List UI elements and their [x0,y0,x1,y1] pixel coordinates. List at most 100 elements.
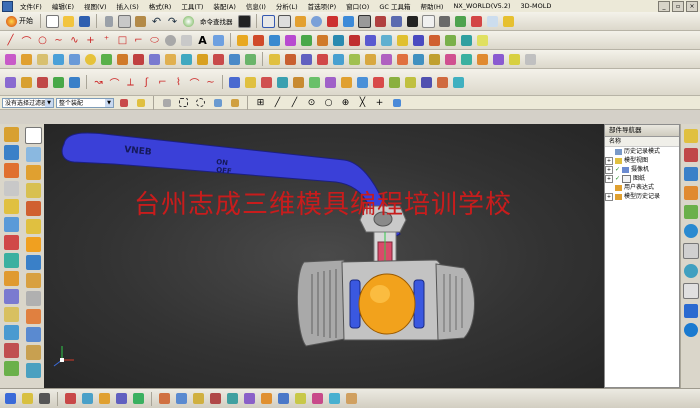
tool-e-icon[interactable] [25,273,41,288]
isoparametric-icon[interactable] [395,33,410,48]
process-studio-icon[interactable] [3,217,19,232]
chamfer-icon[interactable] [283,52,298,67]
weld-icon[interactable] [3,307,19,322]
command-finder-icon[interactable] [181,14,196,29]
redo-icon[interactable]: ↷ [165,14,180,29]
unsuppress-icon[interactable] [307,75,322,90]
expand-toggle[interactable]: + [605,165,613,174]
groove-icon[interactable] [179,52,194,67]
part-tool-icon[interactable] [3,145,19,160]
cut-icon[interactable] [101,14,116,29]
fillet-curve-icon[interactable] [347,33,362,48]
analysis-e-icon[interactable] [131,391,146,406]
mold-wizard-icon[interactable] [3,253,19,268]
edit-param-icon[interactable] [323,75,338,90]
box-tool-icon[interactable] [25,183,41,198]
nav-item-model-views[interactable]: + 模型视图 [605,156,679,165]
edit-curve-params-icon[interactable]: ʃ [139,75,154,90]
menu-format[interactable]: 格式(R) [144,1,177,11]
surface-j-icon[interactable] [310,391,325,406]
electrode-icon[interactable] [3,271,19,286]
rib-icon[interactable] [195,52,210,67]
menu-analysis[interactable]: 分析(L) [271,1,303,11]
edges-icon[interactable] [389,14,404,29]
join-curve-icon[interactable] [379,33,394,48]
intersect-curve-icon[interactable] [251,33,266,48]
selection-scope-dropdown[interactable]: 整个装配 ▼ [56,97,114,108]
curve-offset-icon[interactable] [211,33,226,48]
show-icon[interactable] [453,14,468,29]
law-curve-icon[interactable] [179,33,194,48]
web-browser-tab-icon[interactable] [684,224,698,238]
boss-icon[interactable] [115,52,130,67]
visualization-tab-icon[interactable] [683,283,699,299]
feature-group-icon[interactable] [403,75,418,90]
unite-icon[interactable] [211,52,226,67]
trim-curve-icon[interactable] [299,33,314,48]
point-icon[interactable]: + [83,33,98,48]
wave-link-icon[interactable] [435,75,450,90]
tool-d-icon[interactable] [25,255,41,270]
menu-tools[interactable]: 工具(T) [176,1,208,11]
tool-f-icon[interactable] [25,291,41,306]
parts-list-icon[interactable] [419,75,434,90]
graphics-viewport[interactable]: VNEB ON OFF [44,124,604,388]
point-set-icon[interactable]: ⁺ [99,33,114,48]
minimize-button[interactable]: _ [658,1,670,12]
nav-item-drawings[interactable]: + ✓ 图纸 [605,174,679,183]
block-icon[interactable] [35,52,50,67]
transform-icon[interactable] [259,75,274,90]
divide-curve-icon[interactable]: ⌇ [171,75,186,90]
general-selection-icon[interactable] [116,95,131,110]
face-rule-icon[interactable] [227,95,242,110]
background-icon[interactable] [405,14,420,29]
roles-tab-icon[interactable] [684,304,698,318]
menu-view[interactable]: 视图(V) [79,1,112,11]
move-object-icon[interactable] [243,75,258,90]
type-filter-icon[interactable] [133,95,148,110]
snap-existing-point-icon[interactable]: + [372,95,387,110]
die-design-icon[interactable] [3,289,19,304]
split-body-icon[interactable] [347,52,362,67]
replay-icon[interactable] [355,75,370,90]
undo-icon[interactable]: ↶ [149,14,164,29]
expand-toggle[interactable]: + [605,192,613,201]
snap-quadrant-icon[interactable]: ⊕ [338,95,353,110]
layer-icon[interactable] [421,14,436,29]
arc-icon[interactable]: ⌒ [19,33,34,48]
history-icon[interactable] [3,181,19,196]
section-curve-icon[interactable] [411,33,426,48]
delete-icon[interactable] [275,75,290,90]
hide-icon[interactable] [437,14,452,29]
extend-curve-icon[interactable] [315,33,330,48]
surface-h-icon[interactable] [276,391,291,406]
draft-icon[interactable] [315,52,330,67]
sphere-icon[interactable] [83,52,98,67]
menu-info[interactable]: 信息(I) [241,1,271,11]
bridge-curve-icon[interactable] [267,33,282,48]
reorder-icon[interactable] [339,75,354,90]
analysis-b-icon[interactable] [80,391,95,406]
snap-on-curve-icon[interactable]: ╱ [287,95,302,110]
reuse-library-tab-icon[interactable] [684,186,698,200]
box-select-icon[interactable] [176,95,191,110]
hd3d-tools-tab-icon[interactable] [684,205,698,219]
resize-face-icon[interactable] [523,52,538,67]
ellipse-icon[interactable]: ⬭ [147,33,162,48]
assembly-navigator-tab-icon[interactable] [684,129,698,143]
tool-h-icon[interactable] [25,327,41,342]
subtract-icon[interactable] [227,52,242,67]
line-icon[interactable]: ╱ [3,33,18,48]
view-orient-icon[interactable] [20,391,35,406]
selection-filter-dropdown[interactable]: 没有选择过滤器 ▼ [2,97,54,108]
datum-csys-icon[interactable] [51,75,66,90]
surface-i-icon[interactable] [293,391,308,406]
menu-insert[interactable]: 插入(S) [112,1,144,11]
shell-icon[interactable] [299,52,314,67]
view-cube-icon[interactable] [341,14,356,29]
pad-icon[interactable] [147,52,162,67]
combined-curve-icon[interactable] [283,33,298,48]
scale-body-icon[interactable] [411,52,426,67]
promote-body-icon[interactable] [451,75,466,90]
edit-length-icon[interactable]: ⟂ [123,75,138,90]
